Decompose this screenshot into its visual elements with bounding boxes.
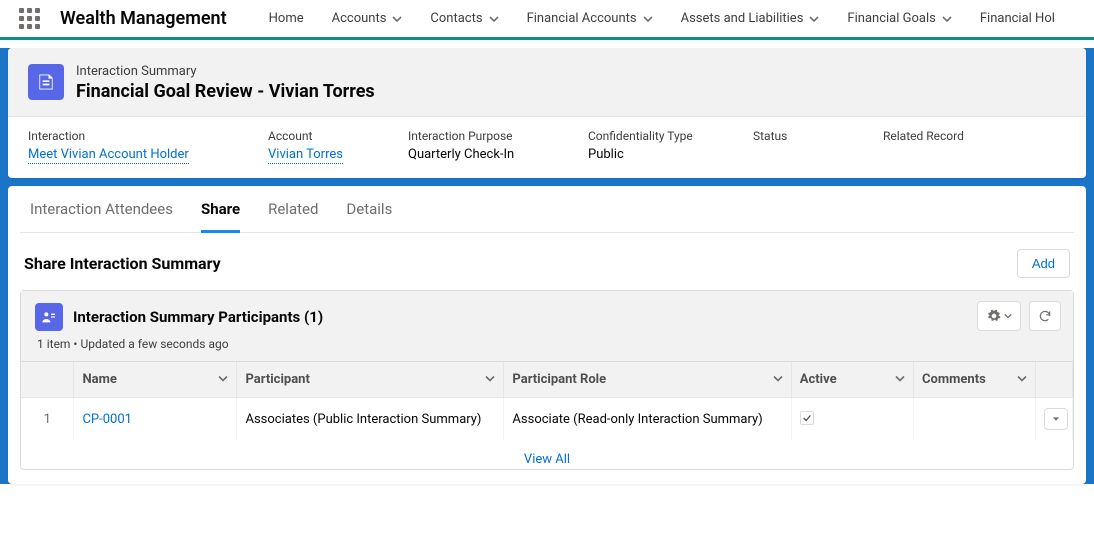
participants-card: Interaction Summary Participants (1) 1 i… [20,290,1074,470]
tab-interaction-attendees[interactable]: Interaction Attendees [30,200,173,232]
check-icon [802,413,812,423]
page-background: Interaction Summary Financial Goal Revie… [0,48,1094,484]
share-section-title: Share Interaction Summary [24,254,221,273]
nav-item-financial-goals[interactable]: Financial Goals [833,0,965,39]
chevron-down-icon [218,373,228,383]
highlights-panel: Interaction Meet Vivian Account Holder A… [8,116,1086,178]
nav-item-accounts[interactable]: Accounts [318,0,417,39]
chevron-down-icon [392,14,402,24]
column-header-name[interactable]: Name [74,362,237,398]
interaction-summary-entity-icon [28,64,64,100]
global-nav: Wealth Management Home Accounts Contacts… [0,0,1094,40]
list-settings-button[interactable] [977,301,1021,331]
record-header-card: Interaction Summary Financial Goal Revie… [8,48,1086,178]
gear-icon [987,309,1001,323]
chevron-down-icon [643,14,653,24]
column-header-comments[interactable]: Comments [914,362,1036,398]
active-checkbox[interactable] [800,411,814,425]
chevron-down-icon [489,14,499,24]
participants-subtitle: 1 item • Updated a few seconds ago [37,337,1059,351]
chevron-down-icon [809,14,819,24]
column-header-number [21,362,74,398]
column-header-actions [1036,362,1073,398]
account-link[interactable]: Vivian Torres [268,147,343,164]
row-number: 1 [21,398,74,441]
view-all-link[interactable]: View All [524,452,570,467]
field-label-related-record: Related Record [883,129,1003,143]
nav-item-financial-hol[interactable]: Financial Hol [966,0,1069,39]
field-label-status: Status [753,129,863,143]
column-header-participant[interactable]: Participant [237,362,504,398]
field-label-purpose: Interaction Purpose [408,129,568,143]
chevron-down-icon [895,373,905,383]
chevron-down-icon [942,14,952,24]
chevron-down-icon [485,373,495,383]
participants-title[interactable]: Interaction Summary Participants (1) [73,308,323,326]
chevron-down-icon [773,373,783,383]
record-title: Financial Goal Review - Vivian Torres [76,81,375,102]
nav-item-home[interactable]: Home [255,0,318,39]
cell-participant: Associates (Public Interaction Summary) [237,398,504,441]
tabs-card: Interaction Attendees Share Related Deta… [8,186,1086,484]
nav-item-contacts[interactable]: Contacts [416,0,512,39]
interaction-link[interactable]: Meet Vivian Account Holder [28,147,189,164]
refresh-icon [1038,309,1052,323]
field-label-confidentiality: Confidentiality Type [588,129,733,143]
tab-related[interactable]: Related [268,200,318,232]
participants-entity-icon [35,303,63,331]
tab-details[interactable]: Details [346,200,392,232]
refresh-button[interactable] [1029,301,1061,331]
nav-item-assets-liabilities[interactable]: Assets and Liabilities [667,0,834,39]
app-launcher-button[interactable] [8,8,50,29]
field-label-interaction: Interaction [28,129,248,143]
tab-share[interactable]: Share [201,200,240,233]
row-actions-button[interactable] [1044,408,1068,430]
field-value-confidentiality: Public [588,147,733,162]
chevron-down-icon [1004,312,1012,320]
participants-table: Name Participant Participant Role A [21,362,1073,440]
caret-down-icon [1052,415,1060,423]
tabset: Interaction Attendees Share Related Deta… [20,186,1074,233]
column-header-active[interactable]: Active [791,362,913,398]
field-label-account: Account [268,129,388,143]
chevron-down-icon [1017,373,1027,383]
table-row: 1 CP-0001 Associates (Public Interaction… [21,398,1073,441]
field-value-purpose: Quarterly Check-In [408,147,568,162]
cell-active [791,398,913,441]
nav-item-financial-accounts[interactable]: Financial Accounts [513,0,667,39]
participant-name-link[interactable]: CP-0001 [82,412,131,427]
add-button[interactable]: Add [1017,249,1070,278]
cell-comments [914,398,1036,441]
app-name: Wealth Management [60,8,227,29]
column-header-role[interactable]: Participant Role [504,362,791,398]
object-label: Interaction Summary [76,64,375,79]
nav-items: Home Accounts Contacts Financial Account… [255,0,1069,39]
cell-role: Associate (Read-only Interaction Summary… [504,398,791,441]
